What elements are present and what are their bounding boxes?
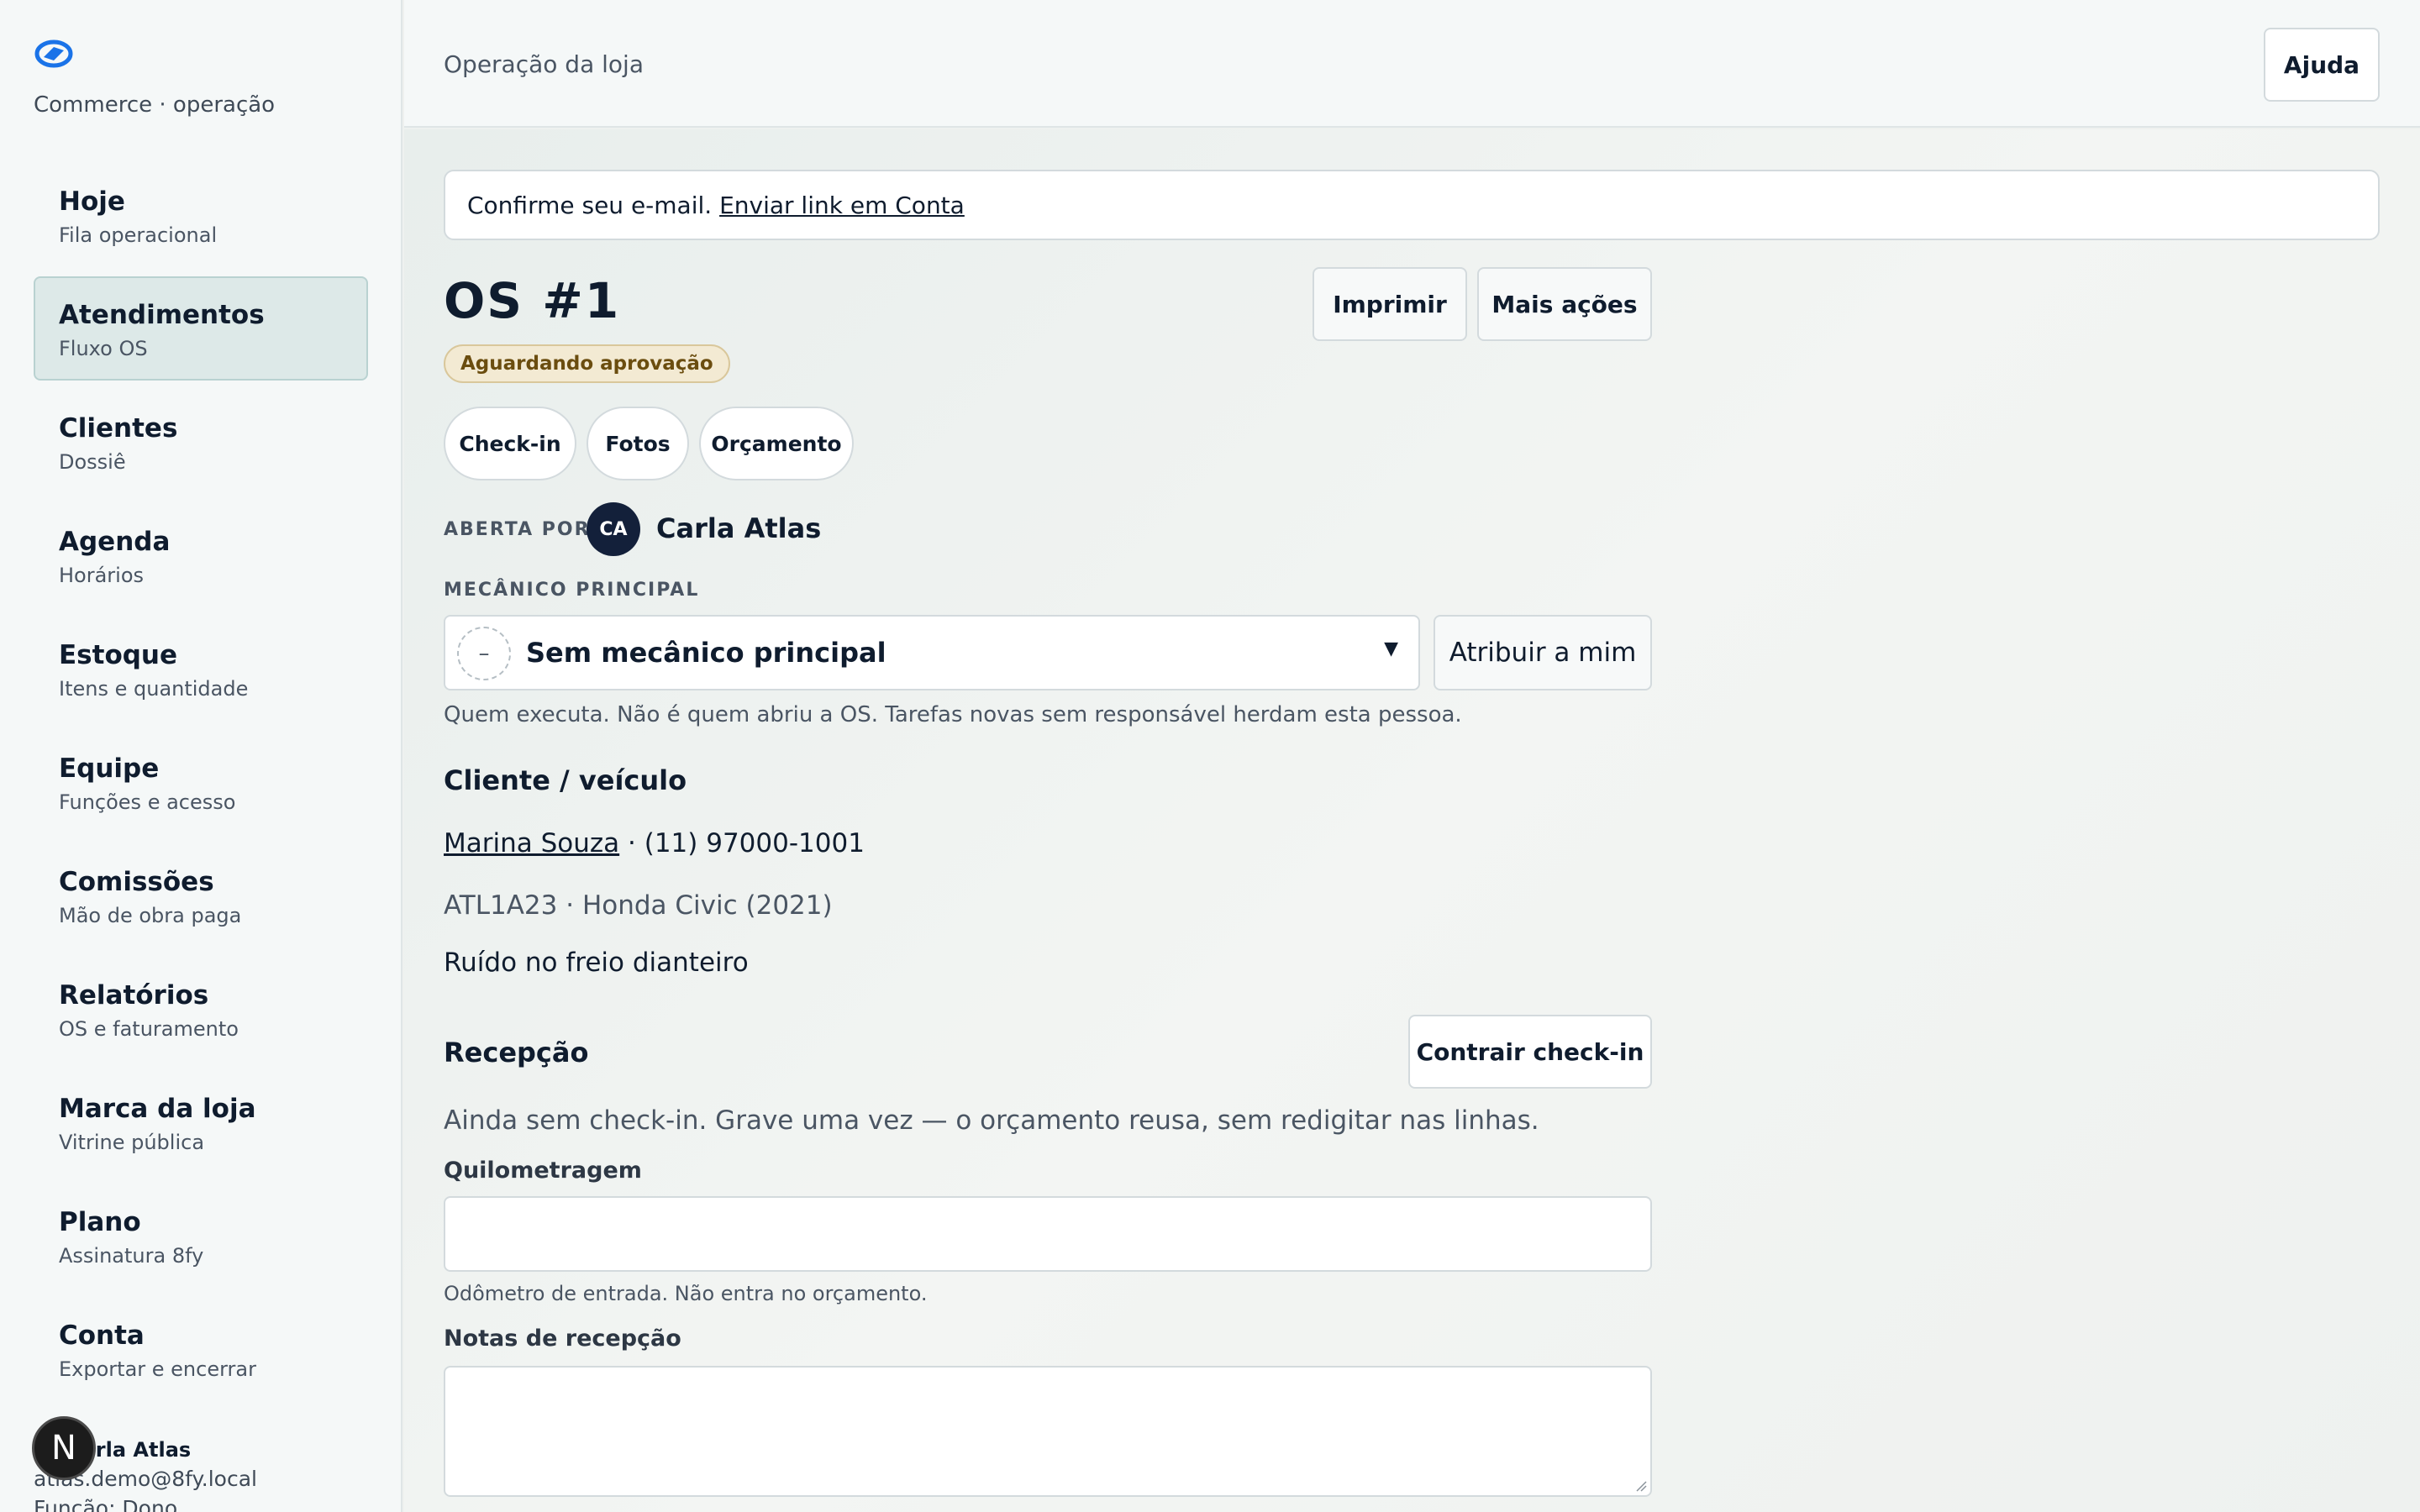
tab-check-in[interactable]: Check-in xyxy=(444,407,576,480)
opened-by-label: ABERTA POR xyxy=(444,519,591,540)
sidebar-item-subtitle: Funções e acesso xyxy=(59,790,236,814)
sidebar-item-equipe[interactable]: Equipe Funções e acesso xyxy=(34,730,368,834)
opened-by-name: Carla Atlas xyxy=(656,512,822,544)
notice-link[interactable]: Enviar link em Conta xyxy=(719,192,965,219)
resize-handle-icon[interactable] xyxy=(1634,1478,1647,1492)
sidebar-nav: Hoje Fila operacional Atendimentos Fluxo… xyxy=(34,163,368,1410)
assign-to-me-button[interactable]: Atribuir a mim xyxy=(1434,615,1652,690)
top-header: Operação da loja Ajuda xyxy=(404,0,2420,128)
sidebar-item-subtitle: Exportar e encerrar xyxy=(59,1357,256,1381)
user-role: Função: Dono xyxy=(34,1496,178,1512)
mechanic-select-value: Sem mecânico principal xyxy=(526,637,886,669)
mileage-label: Quilometragem xyxy=(444,1158,642,1184)
sidebar-item-subtitle: Itens e quantidade xyxy=(59,677,249,701)
sidebar-item-relatorios[interactable]: Relatórios OS e faturamento xyxy=(34,957,368,1061)
sidebar-item-title: Agenda xyxy=(59,527,171,557)
customer-section-title: Cliente / veículo xyxy=(444,764,687,796)
sidebar-item-title: Plano xyxy=(59,1207,141,1237)
sidebar-item-subtitle: OS e faturamento xyxy=(59,1017,239,1041)
chevron-down-icon: ▼ xyxy=(1384,638,1398,659)
sidebar-item-title: Clientes xyxy=(59,413,178,444)
sidebar-item-subtitle: Assinatura 8fy xyxy=(59,1244,204,1268)
sidebar-item-title: Estoque xyxy=(59,640,178,670)
vehicle-info: ATL1A23 · Honda Civic (2021) xyxy=(444,890,833,921)
customer-contact: Marina Souza · (11) 97000-1001 xyxy=(444,828,865,858)
more-actions-button[interactable]: Mais ações xyxy=(1477,267,1652,341)
help-button[interactable]: Ajuda xyxy=(2264,28,2380,102)
sidebar-item-title: Conta xyxy=(59,1320,145,1351)
mechanic-help-text: Quem executa. Não é quem abriu a OS. Tar… xyxy=(444,702,1462,727)
sidebar-item-atendimentos[interactable]: Atendimentos Fluxo OS xyxy=(34,276,368,381)
sidebar-item-hoje[interactable]: Hoje Fila operacional xyxy=(34,163,368,267)
sidebar-item-title: Equipe xyxy=(59,753,160,784)
reception-description: Ainda sem check-in. Grave uma vez — o or… xyxy=(444,1105,1539,1136)
sidebar-item-title: Hoje xyxy=(59,186,125,217)
sidebar-item-comissoes[interactable]: Comissões Mão de obra paga xyxy=(34,843,368,948)
sidebar-item-plano[interactable]: Plano Assinatura 8fy xyxy=(34,1184,368,1288)
main-content: Confirme seu e-mail. Enviar link em Cont… xyxy=(404,129,2420,1512)
brand-logo-icon[interactable] xyxy=(34,39,74,69)
mechanic-label: MECÂNICO PRINCIPAL xyxy=(444,580,700,601)
sidebar-item-title: Marca da loja xyxy=(59,1094,256,1124)
sidebar-item-conta[interactable]: Conta Exportar e encerrar xyxy=(34,1297,368,1401)
reception-notes-field[interactable] xyxy=(444,1366,1652,1497)
mechanic-select[interactable]: – Sem mecânico principal ▼ xyxy=(444,615,1420,690)
brand-subtitle: Commerce · operação xyxy=(34,92,276,118)
status-badge: Aguardando aprovação xyxy=(444,344,730,383)
sidebar-item-title: Relatórios xyxy=(59,980,209,1011)
complaint-text: Ruído no freio dianteiro xyxy=(444,948,749,978)
sidebar-item-subtitle: Fila operacional xyxy=(59,223,218,247)
customer-phone: · (11) 97000-1001 xyxy=(619,828,865,858)
avatar: CA xyxy=(587,502,640,556)
page-header-title: Operação da loja xyxy=(444,50,644,78)
customer-name-link[interactable]: Marina Souza xyxy=(444,828,619,858)
sidebar-item-subtitle: Mão de obra paga xyxy=(59,904,242,927)
tab-orcamento[interactable]: Orçamento xyxy=(699,407,854,480)
sidebar-item-title: Atendimentos xyxy=(59,300,265,330)
reception-notes-label: Notas de recepção xyxy=(444,1326,681,1352)
sidebar-item-subtitle: Fluxo OS xyxy=(59,337,148,360)
mileage-input[interactable] xyxy=(444,1196,1652,1272)
sidebar-item-subtitle: Vitrine pública xyxy=(59,1131,205,1154)
sidebar-item-subtitle: Dossiê xyxy=(59,450,126,474)
reception-section-title: Recepção xyxy=(444,1037,589,1068)
mileage-help-text: Odômetro de entrada. Não entra no orçame… xyxy=(444,1282,928,1305)
print-button[interactable]: Imprimir xyxy=(1313,267,1467,341)
page-title: OS #1 xyxy=(444,272,621,329)
notice-text: Confirme seu e-mail. xyxy=(467,192,713,219)
contract-checkin-button[interactable]: Contrair check-in xyxy=(1408,1015,1652,1089)
dev-tools-badge[interactable]: N xyxy=(32,1416,96,1480)
sidebar: Commerce · operação Hoje Fila operaciona… xyxy=(0,0,402,1512)
sidebar-item-estoque[interactable]: Estoque Itens e quantidade xyxy=(34,617,368,721)
empty-avatar-icon: – xyxy=(457,627,511,680)
sidebar-item-subtitle: Horários xyxy=(59,564,145,587)
sidebar-item-marca-da-loja[interactable]: Marca da loja Vitrine pública xyxy=(34,1070,368,1174)
sidebar-item-title: Comissões xyxy=(59,867,214,897)
sidebar-item-clientes[interactable]: Clientes Dossiê xyxy=(34,390,368,494)
tab-fotos[interactable]: Fotos xyxy=(587,407,689,480)
email-confirm-notice: Confirme seu e-mail. Enviar link em Cont… xyxy=(444,170,2380,240)
sidebar-item-agenda[interactable]: Agenda Horários xyxy=(34,503,368,607)
